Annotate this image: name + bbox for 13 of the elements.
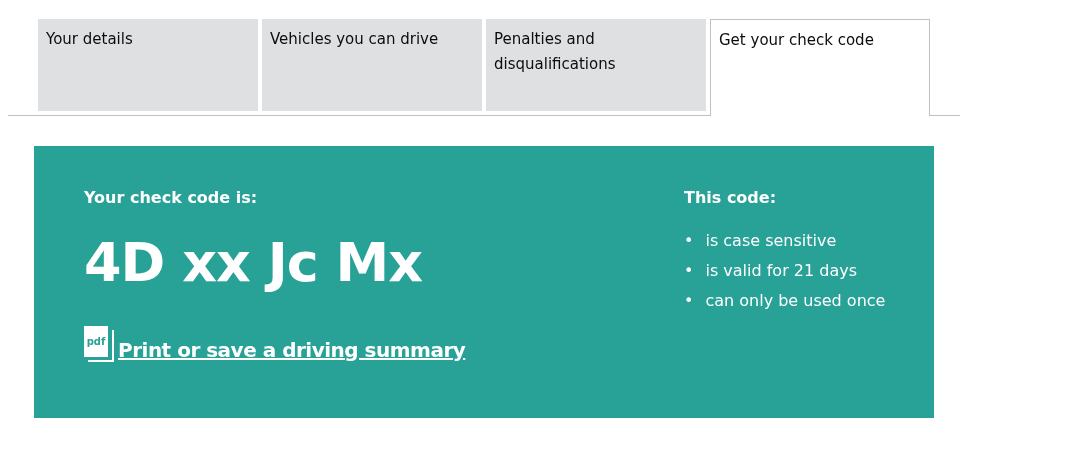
bullet-mark: •	[684, 290, 694, 312]
bullet-mark: •	[684, 260, 694, 282]
tab[interactable]: Get your check code	[710, 19, 930, 116]
tab[interactable]: Your details	[38, 19, 258, 111]
tab[interactable]: Penalties and disqualifications	[486, 19, 706, 111]
code-rule: is case sensitive	[705, 230, 837, 252]
code-rule: can only be used once	[705, 290, 886, 312]
tab[interactable]: Vehicles you can drive	[262, 19, 482, 111]
code-rule: is valid for 21 days	[705, 260, 857, 282]
bullet-mark: •	[684, 230, 694, 252]
check-code: 4D xx Jc Mx	[84, 230, 424, 296]
check-code-label: Your check code is:	[84, 188, 259, 208]
code-info-heading: This code:	[684, 188, 778, 208]
